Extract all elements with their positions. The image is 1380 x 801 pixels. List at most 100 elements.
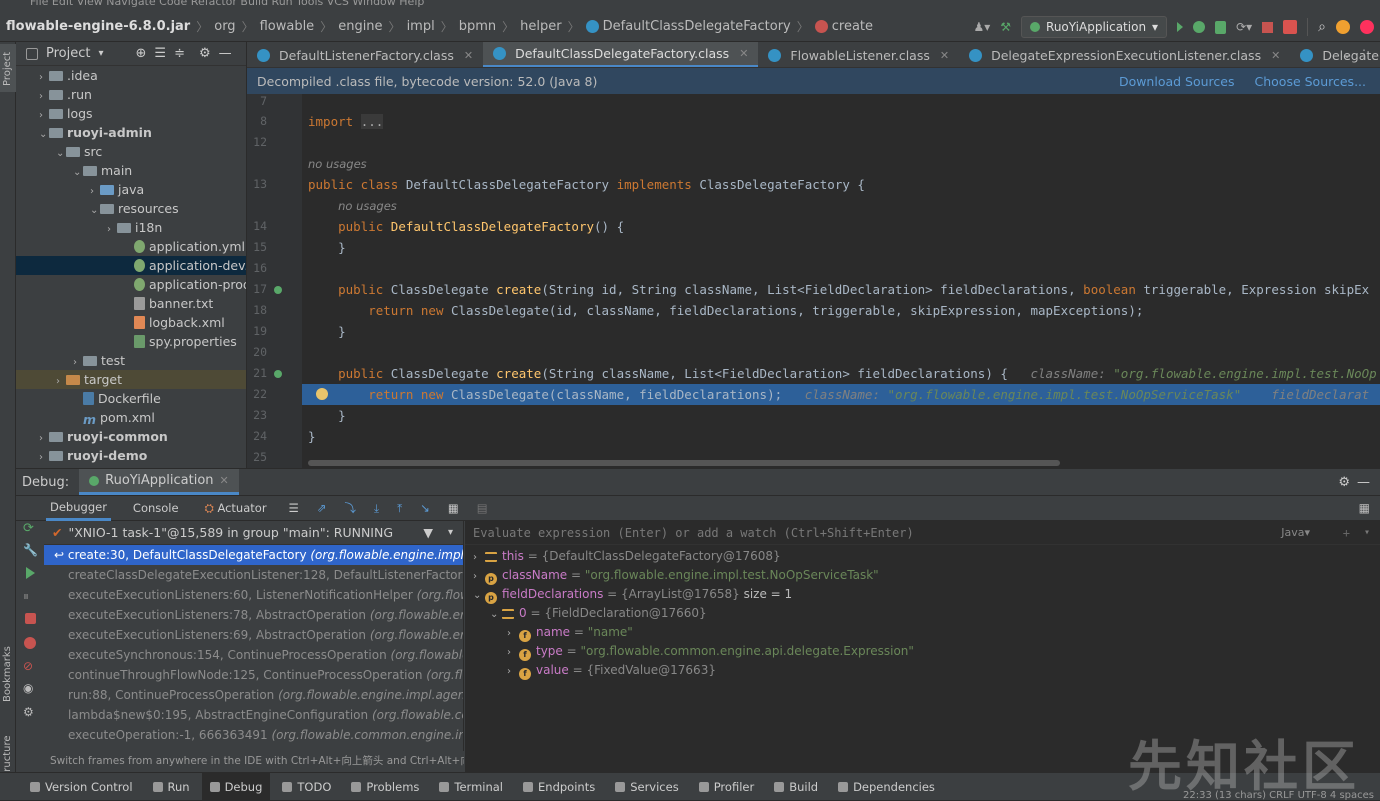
chevron-right-icon[interactable]: › (507, 643, 519, 662)
more-icon[interactable]: ⋮ (1358, 47, 1370, 61)
step-out-icon[interactable]: ⤒ (397, 501, 402, 516)
breadcrumb-item[interactable]: create (832, 19, 873, 34)
stop-icon[interactable] (25, 613, 36, 624)
stack-frame[interactable]: executeOperation:-1, 666363491 (org.flow… (44, 725, 463, 745)
stack-frame[interactable]: continueThroughFlowNode:125, ContinuePro… (44, 665, 463, 685)
bookmarks-tool-label[interactable]: Bookmarks (2, 646, 13, 702)
debug-session-tab[interactable]: RuoYiApplication ✕ (79, 469, 239, 495)
run-to-cursor-icon[interactable]: ↘ (420, 501, 430, 515)
tree-item[interactable]: › java (16, 180, 246, 199)
chevron-down-icon[interactable]: ⌄ (1342, 47, 1352, 61)
collapse-all-icon[interactable]: ☰ (154, 46, 166, 61)
breadcrumb-item[interactable]: engine (338, 19, 382, 34)
view-breakpoints-icon[interactable] (24, 637, 36, 649)
variable-row[interactable]: › f value = {FixedValue@17663} (465, 661, 1380, 680)
wrench-icon[interactable]: 🔧 (23, 543, 38, 557)
evaluate-expression-input[interactable]: Evaluate expression (Enter) or add a wat… (465, 521, 1380, 545)
profile-icon[interactable]: ⟳▾ (1236, 20, 1252, 34)
stack-frame[interactable]: createClassDelegateExecutionListener:128… (44, 565, 463, 585)
layout-icon[interactable]: ▤ (477, 501, 488, 515)
step-into-icon[interactable]: ⤓ (374, 501, 379, 516)
resume-icon[interactable] (26, 567, 35, 579)
chevron-right-icon[interactable]: › (473, 548, 485, 567)
variable-row[interactable]: › this = {DefaultClassDelegateFactory@176… (465, 547, 1380, 566)
filter-icon[interactable]: ▼ (423, 525, 433, 540)
user-icon[interactable]: ♟▾ (973, 20, 990, 34)
tree-item[interactable]: › logs (16, 104, 246, 123)
tool-window-button[interactable]: TODO (274, 773, 339, 801)
tab-console[interactable]: Console (129, 497, 183, 519)
variable-row[interactable]: › p className = "org.flowable.engine.impl.… (465, 566, 1380, 585)
tree-item[interactable]: logback.xml (16, 313, 246, 332)
tree-item[interactable]: ⌄ resources (16, 199, 246, 218)
editor-tab[interactable]: DefaultListenerFactory.class ✕ (247, 42, 483, 67)
breadcrumb-item[interactable]: helper (520, 19, 561, 34)
breadcrumb-item[interactable]: impl (407, 19, 435, 34)
tool-window-button[interactable]: Build (766, 773, 826, 801)
close-icon[interactable]: ✕ (220, 474, 229, 487)
download-sources-link[interactable]: Download Sources (1119, 74, 1235, 89)
breadcrumb-item[interactable]: flowable-engine-6.8.0.jar (6, 19, 190, 34)
debug-icon[interactable] (1193, 21, 1206, 33)
implements-method-icon[interactable] (274, 370, 282, 378)
stack-frame[interactable]: executeExecutionListeners:69, AbstractOp… (44, 625, 463, 645)
close-icon[interactable]: ✕ (739, 47, 748, 60)
tree-item[interactable]: › i18n (16, 218, 246, 237)
tree-item[interactable]: Dockerfile (16, 389, 246, 408)
tab-actuator[interactable]: ⛭ Actuator (201, 497, 271, 520)
variable-row[interactable]: › f name = "name" (465, 623, 1380, 642)
minimize-icon[interactable]: — (219, 46, 232, 61)
thread-selector[interactable]: ✔ "XNIO-1 task-1"@15,589 in group "main"… (44, 521, 463, 545)
implements-method-icon[interactable] (274, 286, 282, 294)
update-icon[interactable] (1336, 20, 1350, 34)
tree-item[interactable]: › ruoyi-demo (16, 446, 246, 465)
build-hammer-icon[interactable]: ⚒ (1000, 20, 1011, 34)
menu-bar[interactable]: File Edit View Navigate Code Refactor Bu… (0, 0, 1380, 9)
tree-item[interactable]: › .idea (16, 66, 246, 85)
chevron-right-icon[interactable]: › (39, 448, 49, 467)
tool-window-button[interactable]: Dependencies (830, 773, 943, 801)
tool-window-button[interactable]: Problems (343, 773, 427, 801)
code-editor[interactable]: 7 8 import ... 12 no usages 13 public class De… (247, 94, 1380, 468)
tree-item[interactable]: m pom.xml (16, 408, 246, 427)
chevron-right-icon[interactable]: › (507, 662, 519, 681)
layout-settings-icon[interactable]: ▦ (1359, 501, 1370, 515)
tree-item[interactable]: application.yml (16, 237, 246, 256)
coverage-icon[interactable] (1215, 20, 1227, 34)
tree-item[interactable]: application-dev.yml (16, 256, 246, 275)
tool-window-button[interactable]: Run (145, 773, 198, 801)
jetbrains-logo-icon[interactable] (1360, 20, 1374, 34)
chevron-down-icon[interactable]: ⌄ (490, 605, 502, 624)
chevron-down-icon[interactable]: ▾ (98, 48, 103, 59)
add-watch-icon[interactable]: + (1343, 526, 1350, 540)
chevron-down-icon[interactable]: ⌄ (473, 586, 485, 605)
editor-tab[interactable]: DefaultClassDelegateFactory.class ✕ (483, 42, 759, 67)
breadcrumb-item[interactable]: bpmn (459, 19, 496, 34)
rerun-icon[interactable]: ⟳ (23, 521, 37, 536)
stack-frame[interactable]: ↩ create:30, DefaultClassDelegateFactory… (44, 545, 463, 565)
tool-window-button[interactable]: Debug (201, 772, 271, 801)
mute-breakpoints-icon[interactable]: ⊘ (23, 659, 37, 673)
tab-debugger[interactable]: Debugger (46, 496, 111, 521)
editor-tab[interactable]: DelegateExpressionExecutionListener.clas… (959, 42, 1290, 67)
menu-icon[interactable]: ☰ (289, 501, 299, 515)
stop-icon[interactable] (1262, 21, 1274, 33)
tree-item[interactable]: › test (16, 351, 246, 370)
run-config-select[interactable]: RuoYiApplication ▾ (1021, 16, 1168, 38)
breadcrumb-item[interactable]: DefaultClassDelegateFactory (603, 19, 791, 34)
variable-row[interactable]: ⌄ 0 = {FieldDeclaration@17660} (465, 604, 1380, 623)
gear-icon[interactable]: ⚙ (23, 705, 37, 719)
translate-icon[interactable] (1283, 20, 1298, 34)
stack-frame[interactable]: executeSynchronous:154, ContinueProcessO… (44, 645, 463, 665)
editor-tab[interactable]: FlowableListener.class ✕ (758, 42, 959, 67)
gear-icon[interactable]: ⚙ (1338, 475, 1350, 490)
chevron-down-icon[interactable]: ▾ (448, 527, 453, 538)
step-over-icon[interactable]: ⤵ (345, 500, 357, 516)
close-icon[interactable]: ✕ (464, 49, 473, 62)
tool-window-button[interactable]: Endpoints (515, 773, 603, 801)
gear-icon[interactable]: ⚙ (199, 46, 211, 61)
tool-window-button[interactable]: Profiler (691, 773, 763, 801)
chevron-down-icon[interactable]: ▾ (1364, 527, 1370, 538)
expand-all-icon[interactable]: ≑ (174, 46, 185, 61)
minimize-icon[interactable]: — (1357, 475, 1370, 490)
